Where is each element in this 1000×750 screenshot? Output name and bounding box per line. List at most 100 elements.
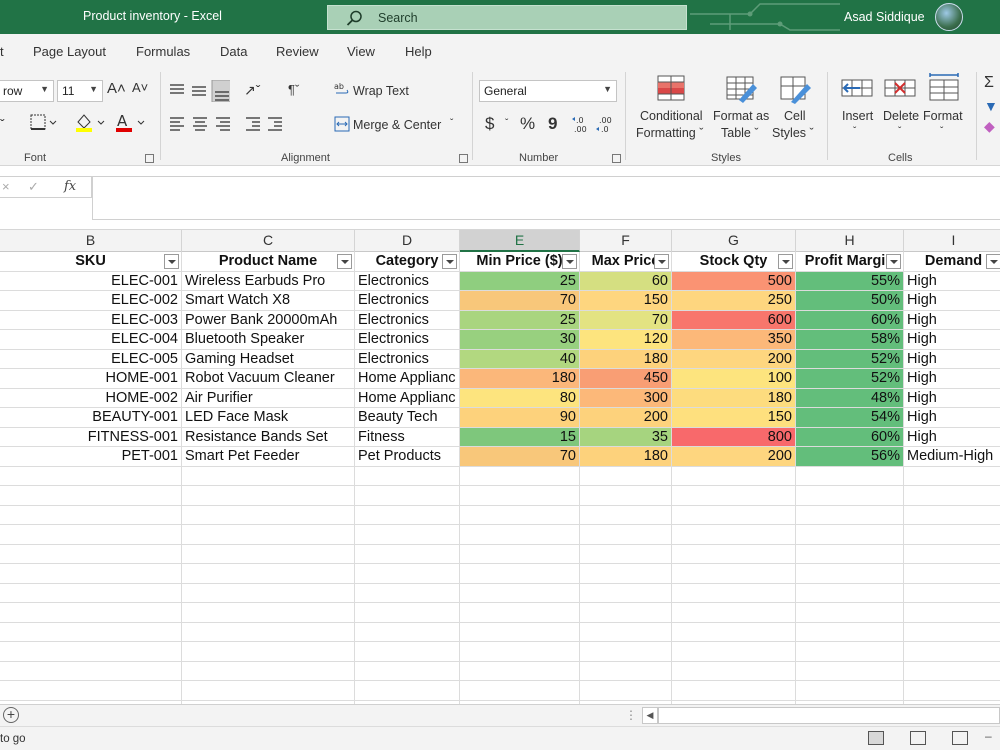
cell-profit-margin[interactable]: 50% xyxy=(796,291,904,311)
cell-product-name[interactable]: Air Purifier xyxy=(182,388,355,408)
cell-sku[interactable] xyxy=(0,564,182,584)
cell-category[interactable] xyxy=(355,583,460,603)
cell-max-price[interactable] xyxy=(580,525,672,545)
cell-min-price[interactable] xyxy=(460,681,580,701)
cell-category[interactable]: Electronics xyxy=(355,291,460,311)
cell-min-price[interactable] xyxy=(460,544,580,564)
conditional-formatting-icon[interactable] xyxy=(655,74,689,104)
cell-demand[interactable]: High xyxy=(904,428,1000,447)
cell-demand[interactable] xyxy=(904,662,1000,681)
check-icon[interactable]: ✓ xyxy=(28,179,39,195)
header-cell-product-name[interactable]: Product Name xyxy=(182,252,355,272)
column-header-d[interactable]: D xyxy=(355,230,460,252)
cell-category[interactable]: Electronics xyxy=(355,349,460,369)
cell-product-name[interactable] xyxy=(182,622,355,642)
cell-stock-qty[interactable] xyxy=(672,661,796,681)
cell-stock-qty[interactable]: 150 xyxy=(672,408,796,428)
page-layout-view-icon[interactable] xyxy=(910,731,926,745)
cell-product-name[interactable] xyxy=(182,505,355,525)
insert-function-icon[interactable]: fx xyxy=(64,179,76,194)
conditional-formatting-label-2[interactable]: Formatting ˇ xyxy=(636,126,703,140)
align-top-icon[interactable] xyxy=(168,79,233,105)
shrink-font-button[interactable]: A˅ xyxy=(132,80,148,95)
cell-profit-margin[interactable] xyxy=(796,564,904,584)
tab-view[interactable]: View xyxy=(347,44,375,59)
header-cell-min-price[interactable]: Min Price ($) xyxy=(460,252,580,272)
cell-sku[interactable]: ELEC-004 xyxy=(0,330,182,350)
cell-sku[interactable] xyxy=(0,544,182,564)
cell-demand[interactable]: High xyxy=(904,408,1000,428)
clear-icon[interactable]: ◆ xyxy=(984,118,995,135)
cell-stock-qty[interactable] xyxy=(672,642,796,662)
cell-category[interactable]: Pet Products xyxy=(355,447,460,467)
horizontal-scrollbar[interactable] xyxy=(658,707,1000,724)
cell-max-price[interactable] xyxy=(580,661,672,681)
cancel-icon[interactable]: × xyxy=(2,179,10,194)
conditional-formatting-label-1[interactable]: Conditional xyxy=(640,109,703,123)
cell-profit-margin[interactable] xyxy=(796,622,904,642)
zoom-out-icon[interactable]: – xyxy=(985,729,992,743)
chevron-down-icon[interactable]: ˇ xyxy=(450,118,453,129)
cell-max-price[interactable] xyxy=(580,486,672,506)
cell-max-price[interactable] xyxy=(580,681,672,701)
cell-max-price[interactable] xyxy=(580,622,672,642)
format-button[interactable]: Format xyxy=(923,109,963,123)
cell-profit-margin[interactable] xyxy=(796,466,904,486)
cell-max-price[interactable]: 60 xyxy=(580,271,672,291)
cell-min-price[interactable]: 80 xyxy=(460,388,580,408)
cell-category[interactable] xyxy=(355,564,460,584)
column-header-e[interactable]: E xyxy=(460,230,580,252)
cell-profit-margin[interactable]: 60% xyxy=(796,310,904,330)
borders-icon[interactable] xyxy=(30,114,58,133)
cell-sku[interactable] xyxy=(0,661,182,681)
insert-button[interactable]: Insert xyxy=(842,109,873,123)
cell-stock-qty[interactable] xyxy=(672,525,796,545)
cell-stock-qty[interactable] xyxy=(672,466,796,486)
font-dialog-launcher-icon[interactable] xyxy=(145,154,154,163)
cell-min-price[interactable] xyxy=(460,622,580,642)
cell-stock-qty[interactable] xyxy=(672,486,796,506)
tab-review[interactable]: Review xyxy=(276,44,319,59)
avatar[interactable] xyxy=(935,3,963,31)
cell-stock-qty[interactable] xyxy=(672,583,796,603)
cell-product-name[interactable]: LED Face Mask xyxy=(182,408,355,428)
delete-button[interactable]: Delete xyxy=(883,109,919,123)
cell-demand[interactable]: High xyxy=(904,291,1000,311)
chevron-down-icon[interactable]: ˇ xyxy=(898,126,901,137)
cell-category[interactable] xyxy=(355,622,460,642)
add-sheet-button[interactable]: + xyxy=(3,707,19,723)
cell-profit-margin[interactable]: 60% xyxy=(796,427,904,447)
cell-demand[interactable]: High xyxy=(904,311,1000,330)
cell-product-name[interactable] xyxy=(182,564,355,584)
cell-profit-margin[interactable]: 52% xyxy=(796,349,904,369)
grow-font-button[interactable]: A˄ xyxy=(107,80,126,97)
cell-profit-margin[interactable] xyxy=(796,544,904,564)
cell-max-price[interactable] xyxy=(580,466,672,486)
cell-min-price[interactable]: 30 xyxy=(460,330,580,350)
cell-product-name[interactable]: Smart Watch X8 xyxy=(182,291,355,311)
cell-product-name[interactable]: Bluetooth Speaker xyxy=(182,330,355,350)
cell-styles-label-1[interactable]: Cell xyxy=(784,109,806,123)
cell-stock-qty[interactable]: 600 xyxy=(672,310,796,330)
cell-min-price[interactable] xyxy=(460,642,580,662)
tab-partial[interactable]: t xyxy=(0,44,4,59)
fill-icon[interactable]: ▼ xyxy=(984,98,998,114)
cell-stock-qty[interactable] xyxy=(672,544,796,564)
cell-max-price[interactable]: 70 xyxy=(580,310,672,330)
cell-product-name[interactable] xyxy=(182,525,355,545)
insert-cells-icon[interactable] xyxy=(840,74,874,104)
filter-dropdown-icon[interactable] xyxy=(886,254,901,269)
header-cell-profit-margin[interactable]: Profit Margin xyxy=(796,252,904,272)
cell-min-price[interactable]: 70 xyxy=(460,291,580,311)
filter-dropdown-icon[interactable] xyxy=(164,254,179,269)
cell-demand[interactable]: High xyxy=(904,350,1000,369)
cell-demand[interactable]: High xyxy=(904,272,1000,291)
cell-min-price[interactable] xyxy=(460,466,580,486)
cell-profit-margin[interactable]: 54% xyxy=(796,408,904,428)
cell-product-name[interactable] xyxy=(182,583,355,603)
cell-min-price[interactable] xyxy=(460,525,580,545)
cell-stock-qty[interactable]: 180 xyxy=(672,388,796,408)
cell-category[interactable] xyxy=(355,661,460,681)
orientation-icon[interactable]: ↗ˇ xyxy=(244,82,260,99)
format-as-table-label-2[interactable]: Table ˇ xyxy=(721,126,759,140)
